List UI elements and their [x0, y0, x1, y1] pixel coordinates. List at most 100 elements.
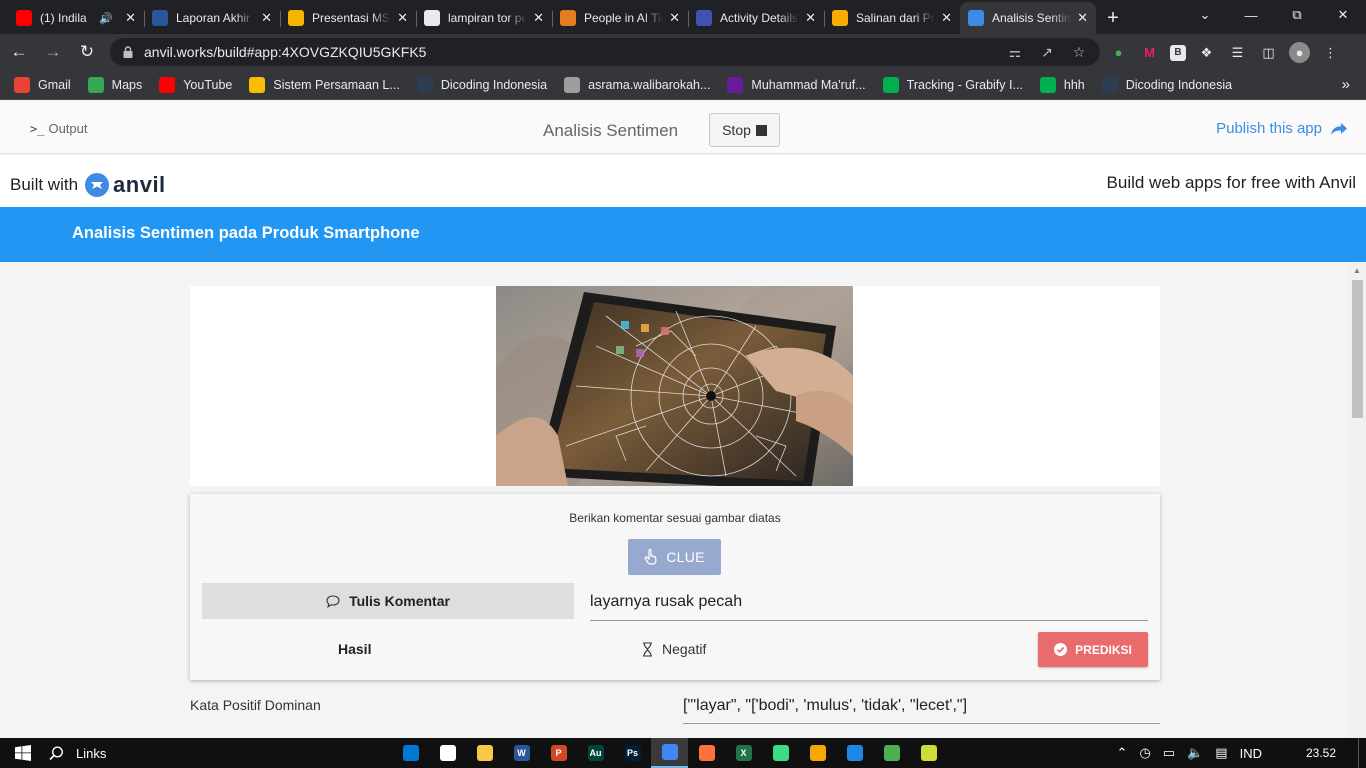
chrome-icon	[661, 744, 678, 760]
youtube-icon	[159, 76, 176, 93]
close-tab-icon[interactable]: ✕	[397, 10, 408, 26]
side-panel-icon[interactable]: ◫	[1258, 42, 1279, 63]
anvil-logo-icon	[85, 173, 110, 197]
bookmark-item[interactable]: Gmail	[14, 76, 71, 93]
scroll-up-icon[interactable]: ▲	[1353, 266, 1361, 275]
result-output: Negatif	[642, 641, 706, 657]
extensions-puzzle-icon[interactable]: ❖	[1196, 42, 1217, 63]
browser-tab[interactable]: Activity Details ✕	[688, 2, 824, 34]
taskbar-app[interactable]	[392, 738, 429, 768]
new-tab-button[interactable]: +	[1096, 2, 1130, 34]
predict-button[interactable]: PREDIKSI	[1038, 632, 1148, 667]
restore-icon[interactable]: ⧉	[1274, 0, 1320, 30]
tab-audio-icon[interactable]: 🔊	[99, 12, 113, 25]
back-icon[interactable]: ←	[4, 37, 34, 67]
bookmark-star-icon[interactable]: ☆	[1070, 43, 1088, 61]
page-scrollbar[interactable]: ▲	[1349, 262, 1366, 738]
taskbar-app[interactable]	[688, 738, 725, 768]
windows-start-icon[interactable]	[0, 745, 45, 761]
taskbar-app[interactable]	[466, 738, 503, 768]
bookmark-item[interactable]: Maps	[87, 76, 142, 93]
battery-icon[interactable]: ▭	[1163, 745, 1175, 761]
taskbar-app[interactable]	[651, 738, 688, 768]
taskbar-app[interactable]	[836, 738, 873, 768]
taskbar-app[interactable]	[429, 738, 466, 768]
taskbar-search[interactable]: Links	[49, 746, 106, 761]
publish-app-link[interactable]: Publish this app	[1216, 120, 1348, 137]
close-tab-icon[interactable]: ✕	[805, 10, 816, 26]
bookmark-label: YouTube	[183, 77, 233, 92]
translate-icon[interactable]: ⚎	[1006, 43, 1024, 61]
comment-input[interactable]	[590, 584, 1148, 621]
browser-tab[interactable]: People in AI Tim ✕	[552, 2, 688, 34]
built-with-anvil-link[interactable]: Built with anvil	[10, 172, 166, 198]
forward-icon[interactable]: →	[38, 37, 68, 67]
taskbar-app[interactable]: X	[725, 738, 762, 768]
stop-label: Stop	[722, 122, 751, 138]
bookmark-item[interactable]: Dicoding Indonesia	[416, 76, 547, 93]
browser-tab[interactable]: (1) Indila 🔊 ✕	[8, 2, 144, 34]
wifi-icon[interactable]: ◷	[1139, 745, 1150, 761]
search-icon	[49, 745, 64, 760]
bookmark-item[interactable]: Sistem Persamaan L...	[249, 76, 400, 93]
clue-button[interactable]: CLUE	[628, 539, 721, 575]
bookmark-item[interactable]: Dicoding Indonesia	[1101, 76, 1232, 93]
bookmark-item[interactable]: Muhammad Ma'ruf...	[727, 76, 866, 93]
browser-tab[interactable]: lampiran tor per ✕	[416, 2, 552, 34]
tab-title: People in AI Tim	[584, 11, 664, 25]
browser-tab[interactable]: Presentasi MSIB ✕	[280, 2, 416, 34]
minimize-icon[interactable]: —	[1228, 0, 1274, 30]
positive-words-label: Kata Positif Dominan	[190, 697, 321, 713]
bookmark-item[interactable]: hhh	[1039, 76, 1085, 93]
share-icon[interactable]: ↗	[1038, 43, 1056, 61]
close-tab-icon[interactable]: ✕	[669, 10, 680, 26]
extension-globe-icon[interactable]: ●	[1108, 42, 1129, 63]
lock-icon[interactable]	[122, 46, 134, 58]
address-bar[interactable]: anvil.works/build#app:4XOVGZKQIU5GKFK5 ⚎…	[110, 38, 1100, 66]
notification-icon[interactable]: ▤	[1215, 745, 1227, 761]
extension-b-icon[interactable]: B	[1170, 44, 1186, 61]
taskbar-app[interactable]: W	[503, 738, 540, 768]
firefox-icon	[698, 745, 715, 761]
scrollbar-thumb[interactable]	[1352, 280, 1363, 418]
close-tab-icon[interactable]: ✕	[1077, 10, 1088, 26]
bookmark-item[interactable]: YouTube	[159, 76, 233, 93]
stop-button[interactable]: Stop	[709, 113, 780, 147]
taskbar-app[interactable]: Au	[577, 738, 614, 768]
taskbar-clock[interactable]: 23.52	[1306, 746, 1336, 760]
bookmark-item[interactable]: Tracking - Grabify I...	[882, 76, 1023, 93]
tray-overflow-icon[interactable]: ⌃	[1117, 745, 1128, 761]
share-arrow-icon	[1331, 122, 1347, 135]
media-control-icon[interactable]: ☰	[1227, 42, 1248, 63]
browser-tab[interactable]: Laporan Akhir ✕	[144, 2, 280, 34]
youtube-icon	[16, 10, 32, 26]
extension-m-icon[interactable]: M	[1139, 42, 1160, 63]
build-free-link[interactable]: Build web apps for free with Anvil	[1107, 173, 1356, 193]
menu-kebab-icon[interactable]: ⋮	[1320, 42, 1341, 63]
taskbar-app[interactable]: P	[540, 738, 577, 768]
show-desktop-button[interactable]	[1358, 738, 1366, 768]
close-tab-icon[interactable]: ✕	[261, 10, 272, 26]
taskbar-app[interactable]	[873, 738, 910, 768]
language-indicator[interactable]: IND	[1240, 746, 1262, 761]
taskbar-app[interactable]	[799, 738, 836, 768]
tab-search-icon[interactable]: ⌄	[1182, 0, 1228, 30]
profile-avatar[interactable]: ●	[1289, 42, 1310, 63]
close-window-icon[interactable]: ✕	[1320, 0, 1366, 30]
globe-icon	[424, 10, 440, 26]
output-toggle-button[interactable]: >_ Output	[30, 121, 87, 136]
bookmark-label: Muhammad Ma'ruf...	[751, 77, 866, 92]
reload-icon[interactable]: ↻	[72, 37, 102, 67]
browser-tab[interactable]: Salinan dari Pre ✕	[824, 2, 960, 34]
bookmark-item[interactable]: asrama.walibarokah...	[564, 76, 710, 93]
bookmarks-overflow-icon[interactable]: »	[1342, 76, 1350, 93]
taskbar-app[interactable]	[762, 738, 799, 768]
close-tab-icon[interactable]: ✕	[533, 10, 544, 26]
taskbar-app[interactable]	[910, 738, 947, 768]
close-tab-icon[interactable]: ✕	[941, 10, 952, 26]
taskbar-app[interactable]: Ps	[614, 738, 651, 768]
close-tab-icon[interactable]: ✕	[125, 10, 136, 26]
volume-icon[interactable]: 🔈	[1187, 745, 1203, 761]
app-content: Berikan komentar sesuai gambar diatas CL…	[0, 262, 1366, 738]
browser-tab[interactable]: Analisis Sentimen ✕	[960, 2, 1096, 34]
